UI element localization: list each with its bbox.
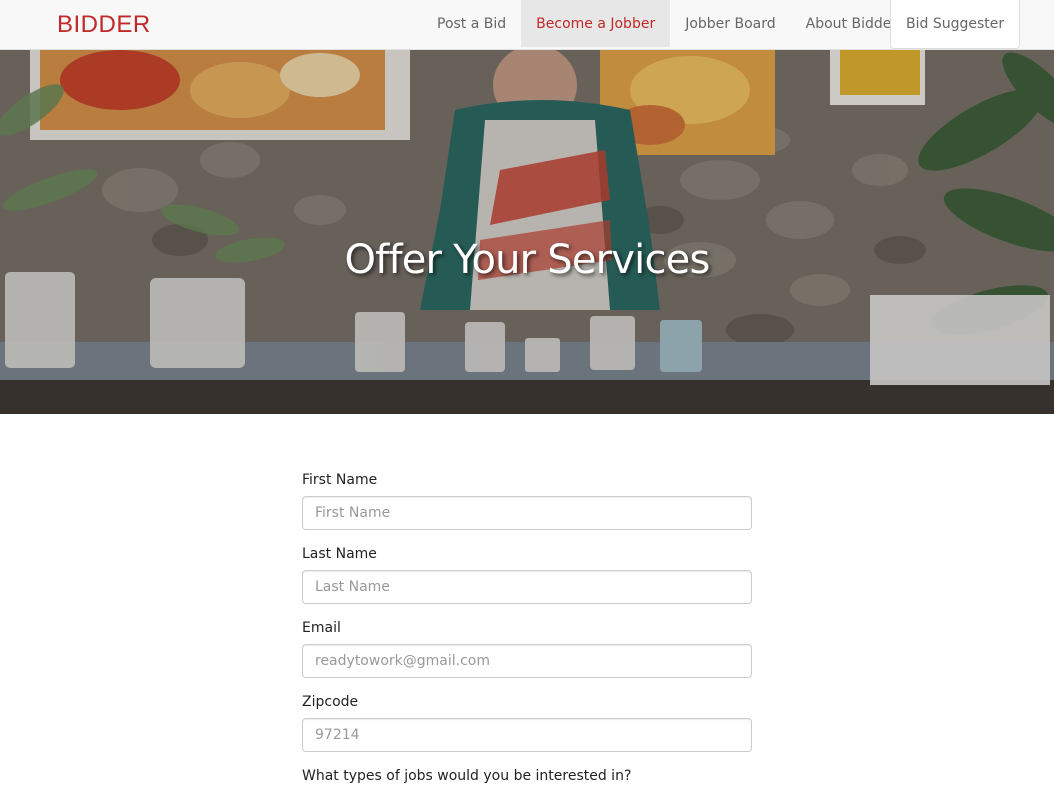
last-name-label: Last Name	[302, 546, 377, 562]
email-group: Email	[302, 618, 752, 678]
nav-become-a-jobber[interactable]: Become a Jobber	[521, 0, 671, 47]
last-name-input[interactable]	[302, 570, 752, 604]
nav-post-a-bid[interactable]: Post a Bid	[422, 0, 521, 47]
top-navbar: BIDDER Post a Bid Become a Jobber Jobber…	[0, 0, 1054, 50]
brand-logo[interactable]: BIDDER	[57, 11, 151, 39]
zipcode-label: Zipcode	[302, 694, 359, 710]
email-input[interactable]	[302, 644, 752, 678]
first-name-input[interactable]	[302, 496, 752, 530]
nav-jobber-board[interactable]: Jobber Board	[670, 0, 790, 47]
nav-bid-suggester[interactable]: Bid Suggester	[890, 0, 1021, 49]
first-name-label: First Name	[302, 472, 378, 488]
last-name-group: Last Name	[302, 544, 752, 604]
hero-background-image	[0, 50, 1054, 414]
nav-menu: Post a Bid Become a Jobber Jobber Board …	[422, 0, 1021, 50]
jobs-question-label: What types of jobs would you be interest…	[302, 768, 632, 784]
hero-banner: Offer Your Services	[0, 50, 1054, 414]
hero-title: Offer Your Services	[344, 237, 711, 283]
email-label: Email	[302, 620, 341, 636]
zipcode-group: Zipcode	[302, 692, 752, 752]
jobber-signup-form: First Name Last Name Email Zipcode What …	[302, 470, 752, 792]
first-name-group: First Name	[302, 470, 752, 530]
zipcode-input[interactable]	[302, 718, 752, 752]
